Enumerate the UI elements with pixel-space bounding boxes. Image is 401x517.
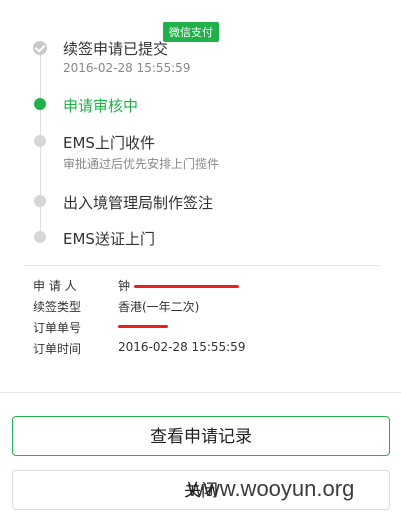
info-value: 钟 (118, 277, 239, 294)
pending-step-dot (34, 231, 46, 243)
divider (24, 265, 380, 266)
active-step-dot (34, 98, 46, 110)
info-value: 香港(一年二次) (118, 300, 200, 314)
step-title: EMS送证上门 (63, 230, 155, 248)
check-icon (33, 41, 47, 55)
step-subtitle: 审批通过后优先安排上门揽件 (63, 157, 220, 171)
wechat-pay-badge: 微信支付 (163, 22, 219, 42)
step-title: 申请审核中 (63, 97, 139, 115)
info-label: 续签类型 (33, 300, 82, 314)
progress-panel: 续签申请已提交 2016-02-28 15:55:59 微信支付 申请审核中 E… (0, 0, 401, 393)
step-title: EMS上门收件 (63, 134, 155, 152)
redaction-mark (133, 285, 239, 288)
info-value: 2016-02-28 15:55:59 (118, 340, 246, 354)
step-time: 2016-02-28 15:55:59 (63, 61, 191, 75)
redaction-mark (118, 325, 168, 328)
pending-step-dot (34, 195, 46, 207)
pending-step-dot (34, 135, 46, 147)
info-value (118, 319, 168, 333)
close-button[interactable]: 关闭 (12, 470, 390, 510)
view-records-button[interactable]: 查看申请记录 (12, 416, 390, 456)
info-label: 订单时间 (33, 342, 82, 356)
info-label: 申 请 人 (33, 279, 77, 293)
info-label: 订单单号 (33, 321, 82, 335)
step-title: 续签申请已提交 (63, 40, 169, 58)
step-title: 出入境管理局制作签注 (63, 194, 214, 212)
